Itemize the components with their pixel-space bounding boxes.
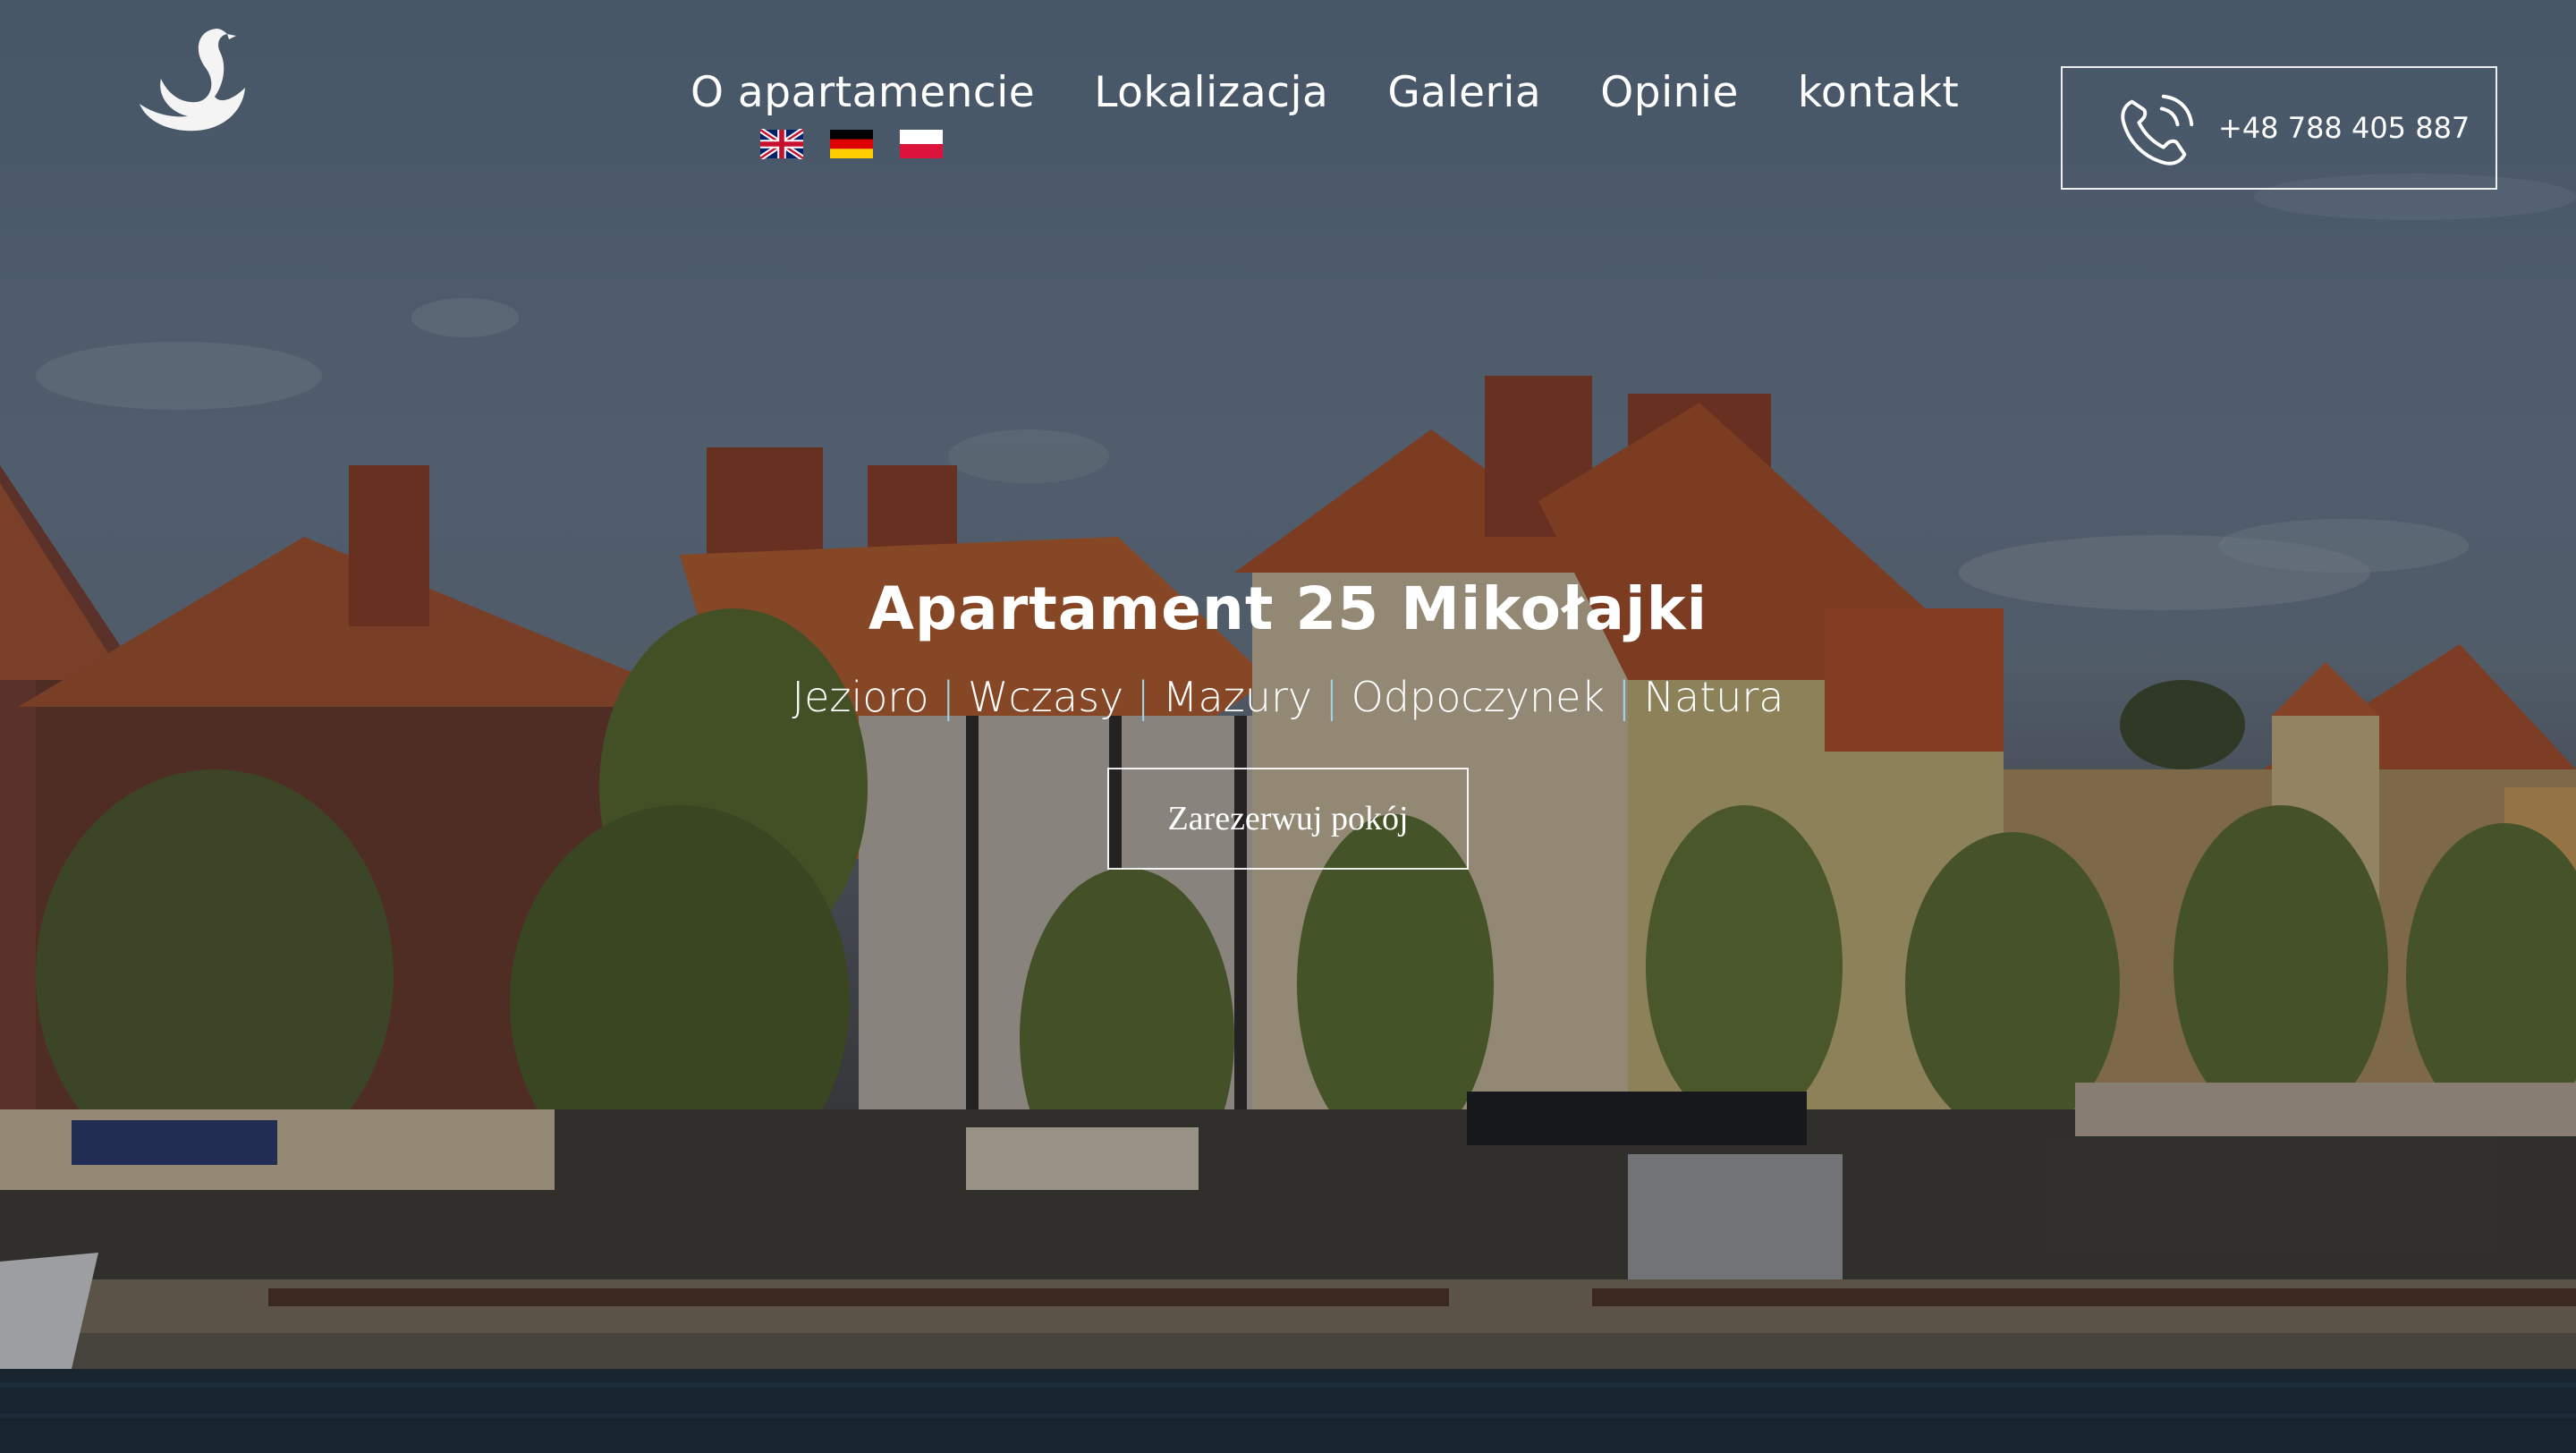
tag-separator: |	[1325, 673, 1339, 721]
nav-item-kontakt[interactable]: kontakt	[1798, 68, 1959, 117]
hero-title: Apartament 25 Mikołajki	[868, 574, 1708, 643]
nav-item-o-apartamencie[interactable]: O apartamencie	[691, 68, 1035, 117]
dark-overlay	[0, 0, 2576, 1453]
nav-item-galeria[interactable]: Galeria	[1387, 68, 1541, 117]
tag-odpoczynek: Odpoczynek	[1351, 673, 1606, 721]
book-room-button[interactable]: Zarezerwuj pokój	[1107, 768, 1469, 870]
tag-wczasy: Wczasy	[967, 673, 1124, 721]
phone-icon	[2121, 94, 2194, 166]
tag-mazury: Mazury	[1162, 673, 1313, 721]
tag-separator: |	[941, 673, 955, 721]
tag-jezioro: Jezioro	[792, 673, 929, 721]
hero-background	[0, 0, 2576, 1453]
phone-number[interactable]: +48 788 405 887	[2218, 111, 2470, 145]
language-switcher	[760, 129, 943, 159]
tag-separator: |	[1136, 673, 1150, 721]
nav-item-lokalizacja[interactable]: Lokalizacja	[1094, 68, 1328, 117]
de-flag-icon[interactable]	[830, 129, 873, 159]
swan-logo-icon[interactable]	[134, 25, 250, 140]
tag-separator: |	[1617, 673, 1631, 721]
uk-flag-icon[interactable]	[760, 129, 803, 159]
pl-flag-icon[interactable]	[900, 129, 943, 159]
phone-contact-box[interactable]: +48 788 405 887	[2061, 66, 2497, 190]
tag-natura: Natura	[1643, 673, 1784, 721]
hero-tags: Jezioro | Wczasy | Mazury | Odpoczynek | Natura	[0, 673, 2576, 721]
nav-item-opinie[interactable]: Opinie	[1600, 68, 1739, 117]
main-nav: O apartamencie Lokalizacja Galeria Opini…	[691, 68, 1959, 117]
